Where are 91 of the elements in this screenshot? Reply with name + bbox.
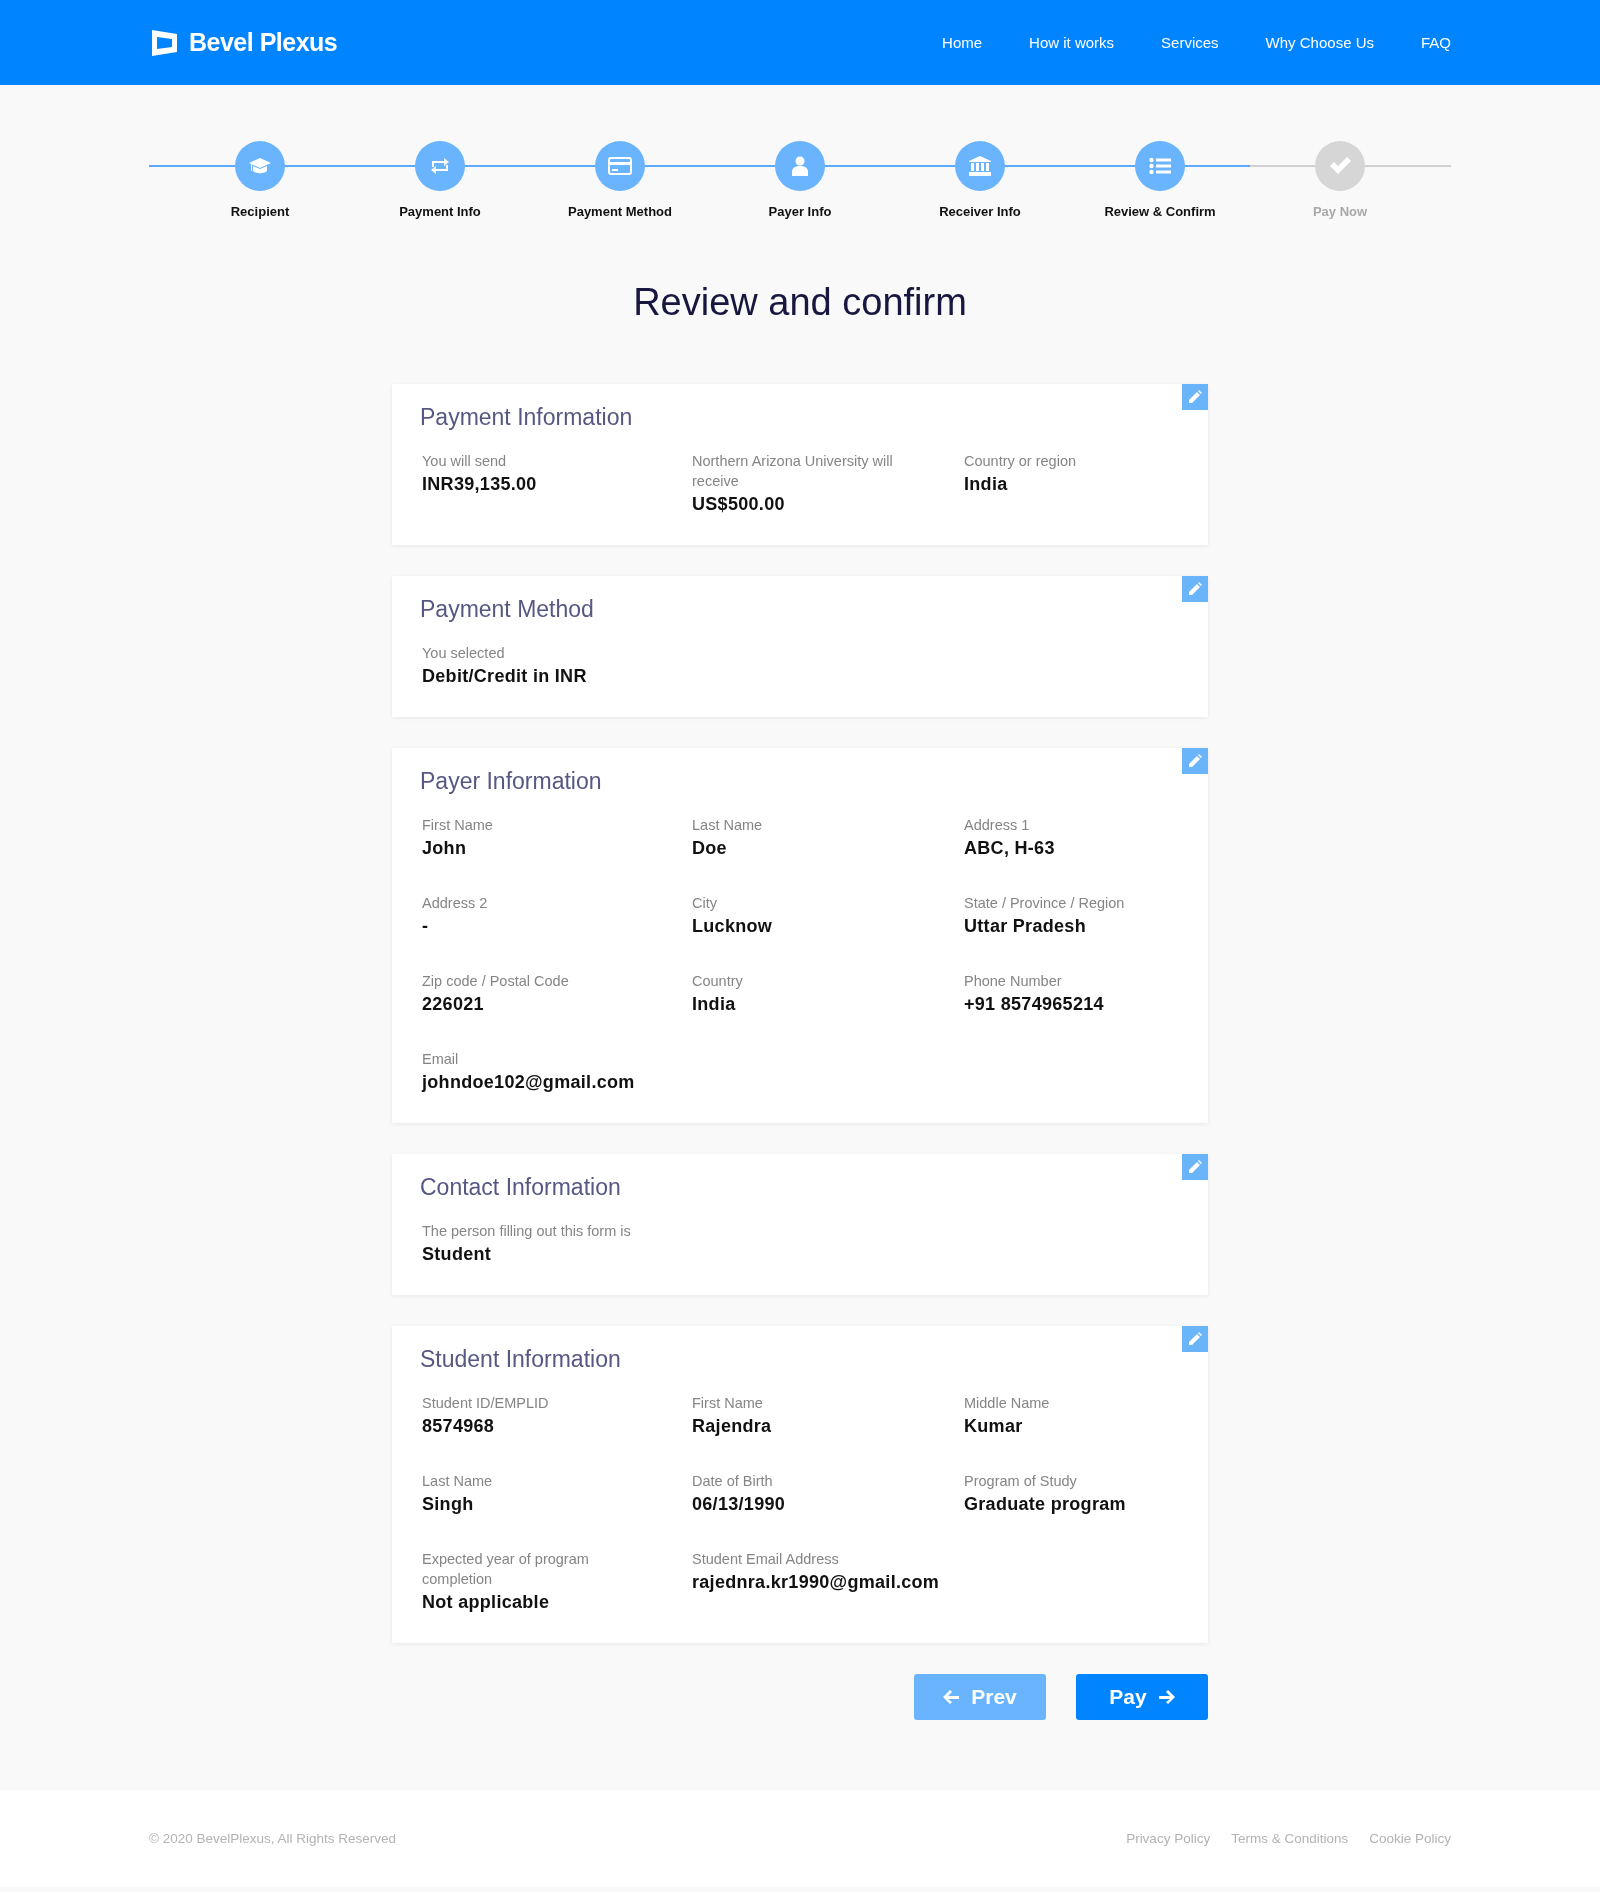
nav-link[interactable]: Why Choose Us [1265,34,1374,51]
bank-icon [969,156,991,176]
field-value: johndoe102@gmail.com [422,1072,636,1093]
section-title: Payment Method [420,596,595,623]
list-icon [1149,157,1171,175]
step-label: Pay Now [1312,204,1368,219]
pencil-icon [1188,390,1202,404]
brand-name: Bevel Plexus [189,28,338,57]
field-value: Lucknow [692,916,774,937]
arrow-right-icon [1158,1690,1175,1704]
edit-button[interactable] [1182,384,1208,410]
nav-link[interactable]: Home [942,34,983,51]
field-label: Student Email Address [692,1550,840,1569]
field-label: Middle Name [964,1394,1051,1413]
field-value: Debit/Credit in INR [422,666,588,687]
arrow-left-icon [943,1690,960,1704]
pencil-icon [1188,1160,1202,1174]
field-label: Email [422,1050,460,1069]
field-label: Last Name [422,1472,494,1491]
copyright-text: © 2020 BevelPlexus, All Rights Reserved [149,1831,397,1846]
section-title: Contact Information [420,1174,622,1201]
prev-button[interactable]: Prev [914,1674,1046,1720]
field-label: Last Name [692,816,764,835]
field-value: ABC, H-63 [964,838,1056,859]
field-value: - [422,916,430,937]
field-value: Doe [692,838,728,859]
field-label: Expected year of program completion [422,1550,590,1589]
field-label: City [692,894,718,913]
field-label: State / Province / Region [964,894,1126,913]
swap-arrows-icon [429,157,451,175]
field-label: Program of Study [964,1472,1078,1491]
pencil-icon [1188,1332,1202,1346]
field-label: Date of Birth [692,1472,774,1491]
section-title: Payment Information [420,404,634,431]
footer-link[interactable]: Privacy Policy [1126,1831,1211,1846]
step-label: Payment Info [399,204,481,219]
field-value: 06/13/1990 [692,1494,787,1515]
edit-button[interactable] [1182,576,1208,602]
pencil-icon [1188,582,1202,596]
field-label: Phone Number [964,972,1063,991]
step-label: Review & Confirm [1104,204,1216,219]
field-value: Student [422,1244,493,1265]
section-title: Student Information [420,1346,622,1373]
pencil-icon [1188,754,1202,768]
nav-link[interactable]: Services [1161,34,1219,51]
footer-link[interactable]: Cookie Policy [1369,1831,1451,1846]
field-label: First Name [422,816,494,835]
edit-button[interactable] [1182,748,1208,774]
field-label: You will send [422,452,508,471]
field-value: rajednra.kr1990@gmail.com [692,1572,941,1593]
logo-icon [149,27,179,58]
field-label: You selected [422,644,506,663]
field-label: Country or region [964,452,1078,471]
person-icon [791,156,809,176]
field-value: Graduate program [964,1494,1127,1515]
footer-link[interactable]: Terms & Conditions [1231,1831,1349,1846]
field-value: Rajendra [692,1416,773,1437]
field-value: John [422,838,468,859]
field-label: Address 2 [422,894,489,913]
field-value: US$500.00 [692,494,786,515]
field-value: Kumar [964,1416,1024,1437]
step-label: Payer Info [768,204,832,219]
field-label: Address 1 [964,816,1031,835]
field-label: First Name [692,1394,764,1413]
field-value: India [964,474,1009,495]
field-value: Singh [422,1494,475,1515]
field-value: Not applicable [422,1592,551,1613]
pay-button[interactable]: Pay [1076,1674,1208,1720]
graduation-cap-icon [248,156,272,176]
credit-card-icon [608,157,632,175]
step-label: Recipient [230,204,290,219]
field-value: India [692,994,737,1015]
field-value: 8574968 [422,1416,496,1437]
field-label: The person filling out this form is [422,1222,632,1241]
edit-button[interactable] [1182,1326,1208,1352]
check-icon [1329,157,1351,175]
page-title: Review and confirm [632,281,968,324]
section-title: Payer Information [420,768,603,795]
field-label: Zip code / Postal Code [422,972,570,991]
field-value: +91 8574965214 [964,994,1105,1015]
edit-button[interactable] [1182,1154,1208,1180]
nav-link[interactable]: FAQ [1421,34,1451,51]
field-label: Country [692,972,744,991]
step-label: Receiver Info [939,204,1021,219]
step-label: Payment Method [568,204,672,219]
field-label: Northern Arizona University will receive [692,452,894,491]
field-value: 226021 [422,994,485,1015]
field-label: Student ID/EMPLID [422,1394,550,1413]
field-value: INR39,135.00 [422,474,538,495]
nav-link[interactable]: How it works [1029,34,1115,51]
field-value: Uttar Pradesh [964,916,1087,937]
